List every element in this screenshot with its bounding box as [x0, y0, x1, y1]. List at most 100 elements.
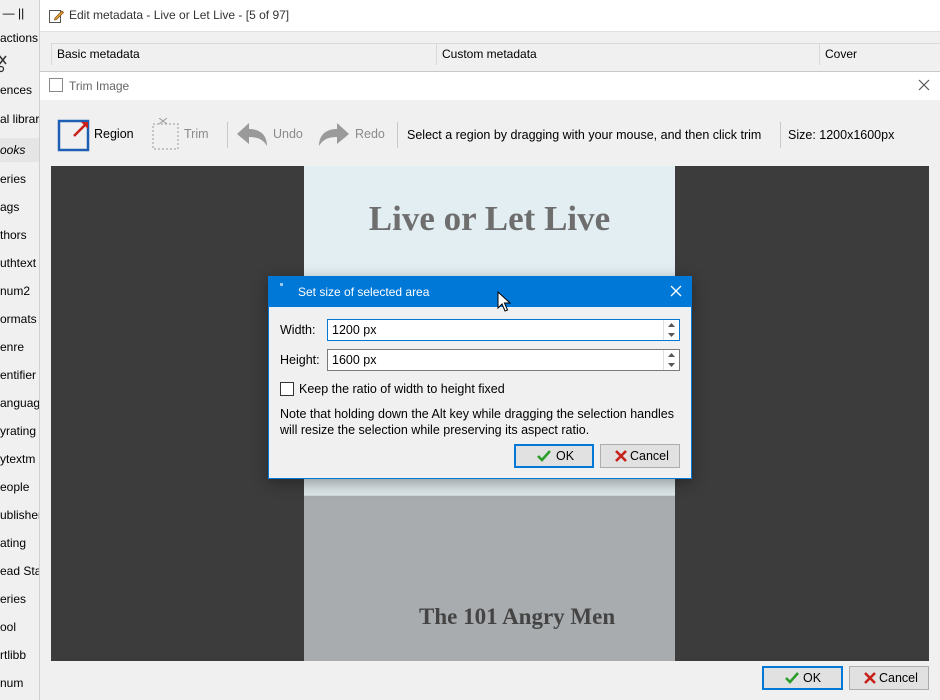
cover-subtitle: The 101 Angry Men	[419, 604, 616, 629]
sidebar-item[interactable]: eries	[0, 592, 26, 606]
cancel-x-icon	[864, 672, 876, 684]
sidebar-item[interactable]: ublisher	[0, 508, 40, 522]
sidebar-item[interactable]: num2	[0, 284, 30, 298]
spin-up-icon[interactable]	[664, 350, 679, 360]
height-input[interactable]	[332, 352, 657, 368]
sidebar-label: entifier	[0, 368, 37, 382]
size-ok-label: OK	[556, 449, 575, 463]
dialog-icon	[280, 283, 283, 286]
sidebar-label: eries	[0, 592, 27, 606]
sidebar-item[interactable]: eries	[0, 172, 26, 186]
sidebar-item[interactable]: ating	[0, 536, 26, 550]
sidebar-label: ead Sta	[0, 564, 40, 578]
size-cancel-button[interactable]: Cancel	[600, 444, 680, 468]
sidebar-item[interactable]: anguag	[0, 396, 40, 410]
keep-ratio-checkbox[interactable]	[280, 382, 294, 396]
sidebar-label: ublisher	[0, 508, 40, 522]
sidebar-item-preferences[interactable]: ences	[0, 83, 32, 97]
cover-bottom-area	[304, 496, 675, 661]
width-spin-arrows[interactable]	[663, 320, 679, 340]
sidebar-item[interactable]: rtlibb	[0, 648, 26, 662]
sidebar-label: ool	[0, 620, 17, 634]
sidebar-title-fragment: ore — ||	[0, 6, 24, 20]
sidebar-item[interactable]: entifier	[0, 368, 36, 382]
sidebar-item[interactable]: yrating	[0, 424, 36, 438]
cover-header: Cover	[819, 43, 940, 65]
size-cancel-label: Cancel	[630, 449, 669, 463]
check-icon	[537, 450, 551, 462]
toolbar-separator	[227, 122, 228, 148]
close-icon[interactable]	[916, 77, 932, 93]
sidebar-label: num	[0, 676, 24, 690]
trim-image-titlebar: Trim Image	[40, 72, 940, 100]
edit-metadata-icon	[49, 10, 64, 23]
edit-metadata-titlebar: Edit metadata - Live or Let Live - [5 of…	[40, 0, 940, 32]
set-size-dialog: Set size of selected area Width: Height:…	[268, 276, 692, 479]
region-label: Region	[94, 127, 134, 141]
sidebar-item[interactable]: ool	[0, 620, 16, 634]
sidebar-item[interactable]: ead Sta	[0, 564, 40, 578]
undo-label: Undo	[273, 127, 303, 141]
height-spin-arrows[interactable]	[663, 350, 679, 370]
tag-browser-sidebar: ore — || actions ences al librar ooks er…	[0, 0, 40, 700]
sidebar-item[interactable]: eople	[0, 480, 29, 494]
trim-cancel-button[interactable]: Cancel	[849, 666, 929, 690]
redo-label: Redo	[355, 127, 385, 141]
sidebar-label: thors	[0, 228, 27, 242]
metadata-section-headers: Basic metadata Custom metadata Cover	[51, 43, 940, 65]
sidebar-item[interactable]: ormats	[0, 312, 37, 326]
region-button[interactable]: Region	[57, 118, 135, 152]
trim-window-icon	[49, 78, 63, 92]
width-spinbox[interactable]	[327, 319, 680, 341]
sidebar-item-books[interactable]: ooks	[0, 138, 39, 162]
trim-label: Trim	[184, 127, 209, 141]
spin-down-icon[interactable]	[664, 360, 679, 370]
close-icon[interactable]	[669, 284, 683, 298]
region-icon	[57, 119, 90, 152]
cover-title: Live or Let Live	[368, 199, 611, 238]
sidebar-label: anguag	[0, 396, 40, 410]
spin-down-icon[interactable]	[664, 330, 679, 340]
scissors-icon[interactable]	[0, 52, 10, 74]
sidebar-label: enre	[0, 340, 25, 354]
sidebar-label: num2	[0, 284, 31, 298]
sidebar-label: ating	[0, 536, 27, 550]
sidebar-label: eople	[0, 480, 30, 494]
sidebar-item[interactable]: num	[0, 676, 23, 690]
sidebar-label: ags	[0, 200, 20, 214]
spin-up-icon[interactable]	[664, 320, 679, 330]
image-size-label: Size: 1200x1600px	[788, 128, 895, 142]
sidebar-item[interactable]: enre	[0, 340, 24, 354]
trim-button[interactable]: Trim	[152, 118, 212, 152]
toolbar-separator	[397, 122, 398, 148]
mouse-cursor-icon	[497, 291, 511, 312]
width-input[interactable]	[332, 322, 657, 338]
sidebar-item[interactable]: ags	[0, 200, 19, 214]
sidebar-item-actions[interactable]: actions	[0, 31, 38, 45]
sidebar-item[interactable]: thors	[0, 228, 27, 242]
sidebar-label: yrating	[0, 424, 37, 438]
trim-ok-button[interactable]: OK	[762, 666, 843, 690]
sidebar-label: eries	[0, 172, 27, 186]
edit-metadata-title: Edit metadata - Live or Let Live - [5 of…	[69, 8, 290, 22]
sidebar-label: ormats	[0, 312, 37, 326]
sidebar-label: ytextm	[0, 452, 36, 466]
check-icon	[785, 672, 799, 684]
set-size-titlebar: Set size of selected area	[269, 277, 691, 307]
cancel-x-icon	[615, 450, 627, 462]
sidebar-label: ooks	[0, 143, 26, 157]
sidebar-item[interactable]: uthtext	[0, 256, 36, 270]
cover-band	[304, 476, 675, 496]
custom-metadata-header: Custom metadata	[436, 43, 819, 65]
trim-toolbar: Region Trim Undo Redo Select a region by…	[40, 100, 940, 166]
sidebar-item-library[interactable]: al librar	[0, 112, 39, 126]
height-spinbox[interactable]	[327, 349, 680, 371]
redo-button[interactable]: Redo	[317, 118, 387, 152]
undo-button[interactable]: Undo	[235, 118, 305, 152]
keep-ratio-label[interactable]: Keep the ratio of width to height fixed	[299, 382, 505, 396]
sidebar-label: ore — ||	[0, 6, 25, 20]
height-label: Height:	[280, 353, 320, 367]
undo-icon	[237, 123, 267, 146]
size-ok-button[interactable]: OK	[514, 444, 594, 468]
sidebar-item[interactable]: ytextm	[0, 452, 35, 466]
